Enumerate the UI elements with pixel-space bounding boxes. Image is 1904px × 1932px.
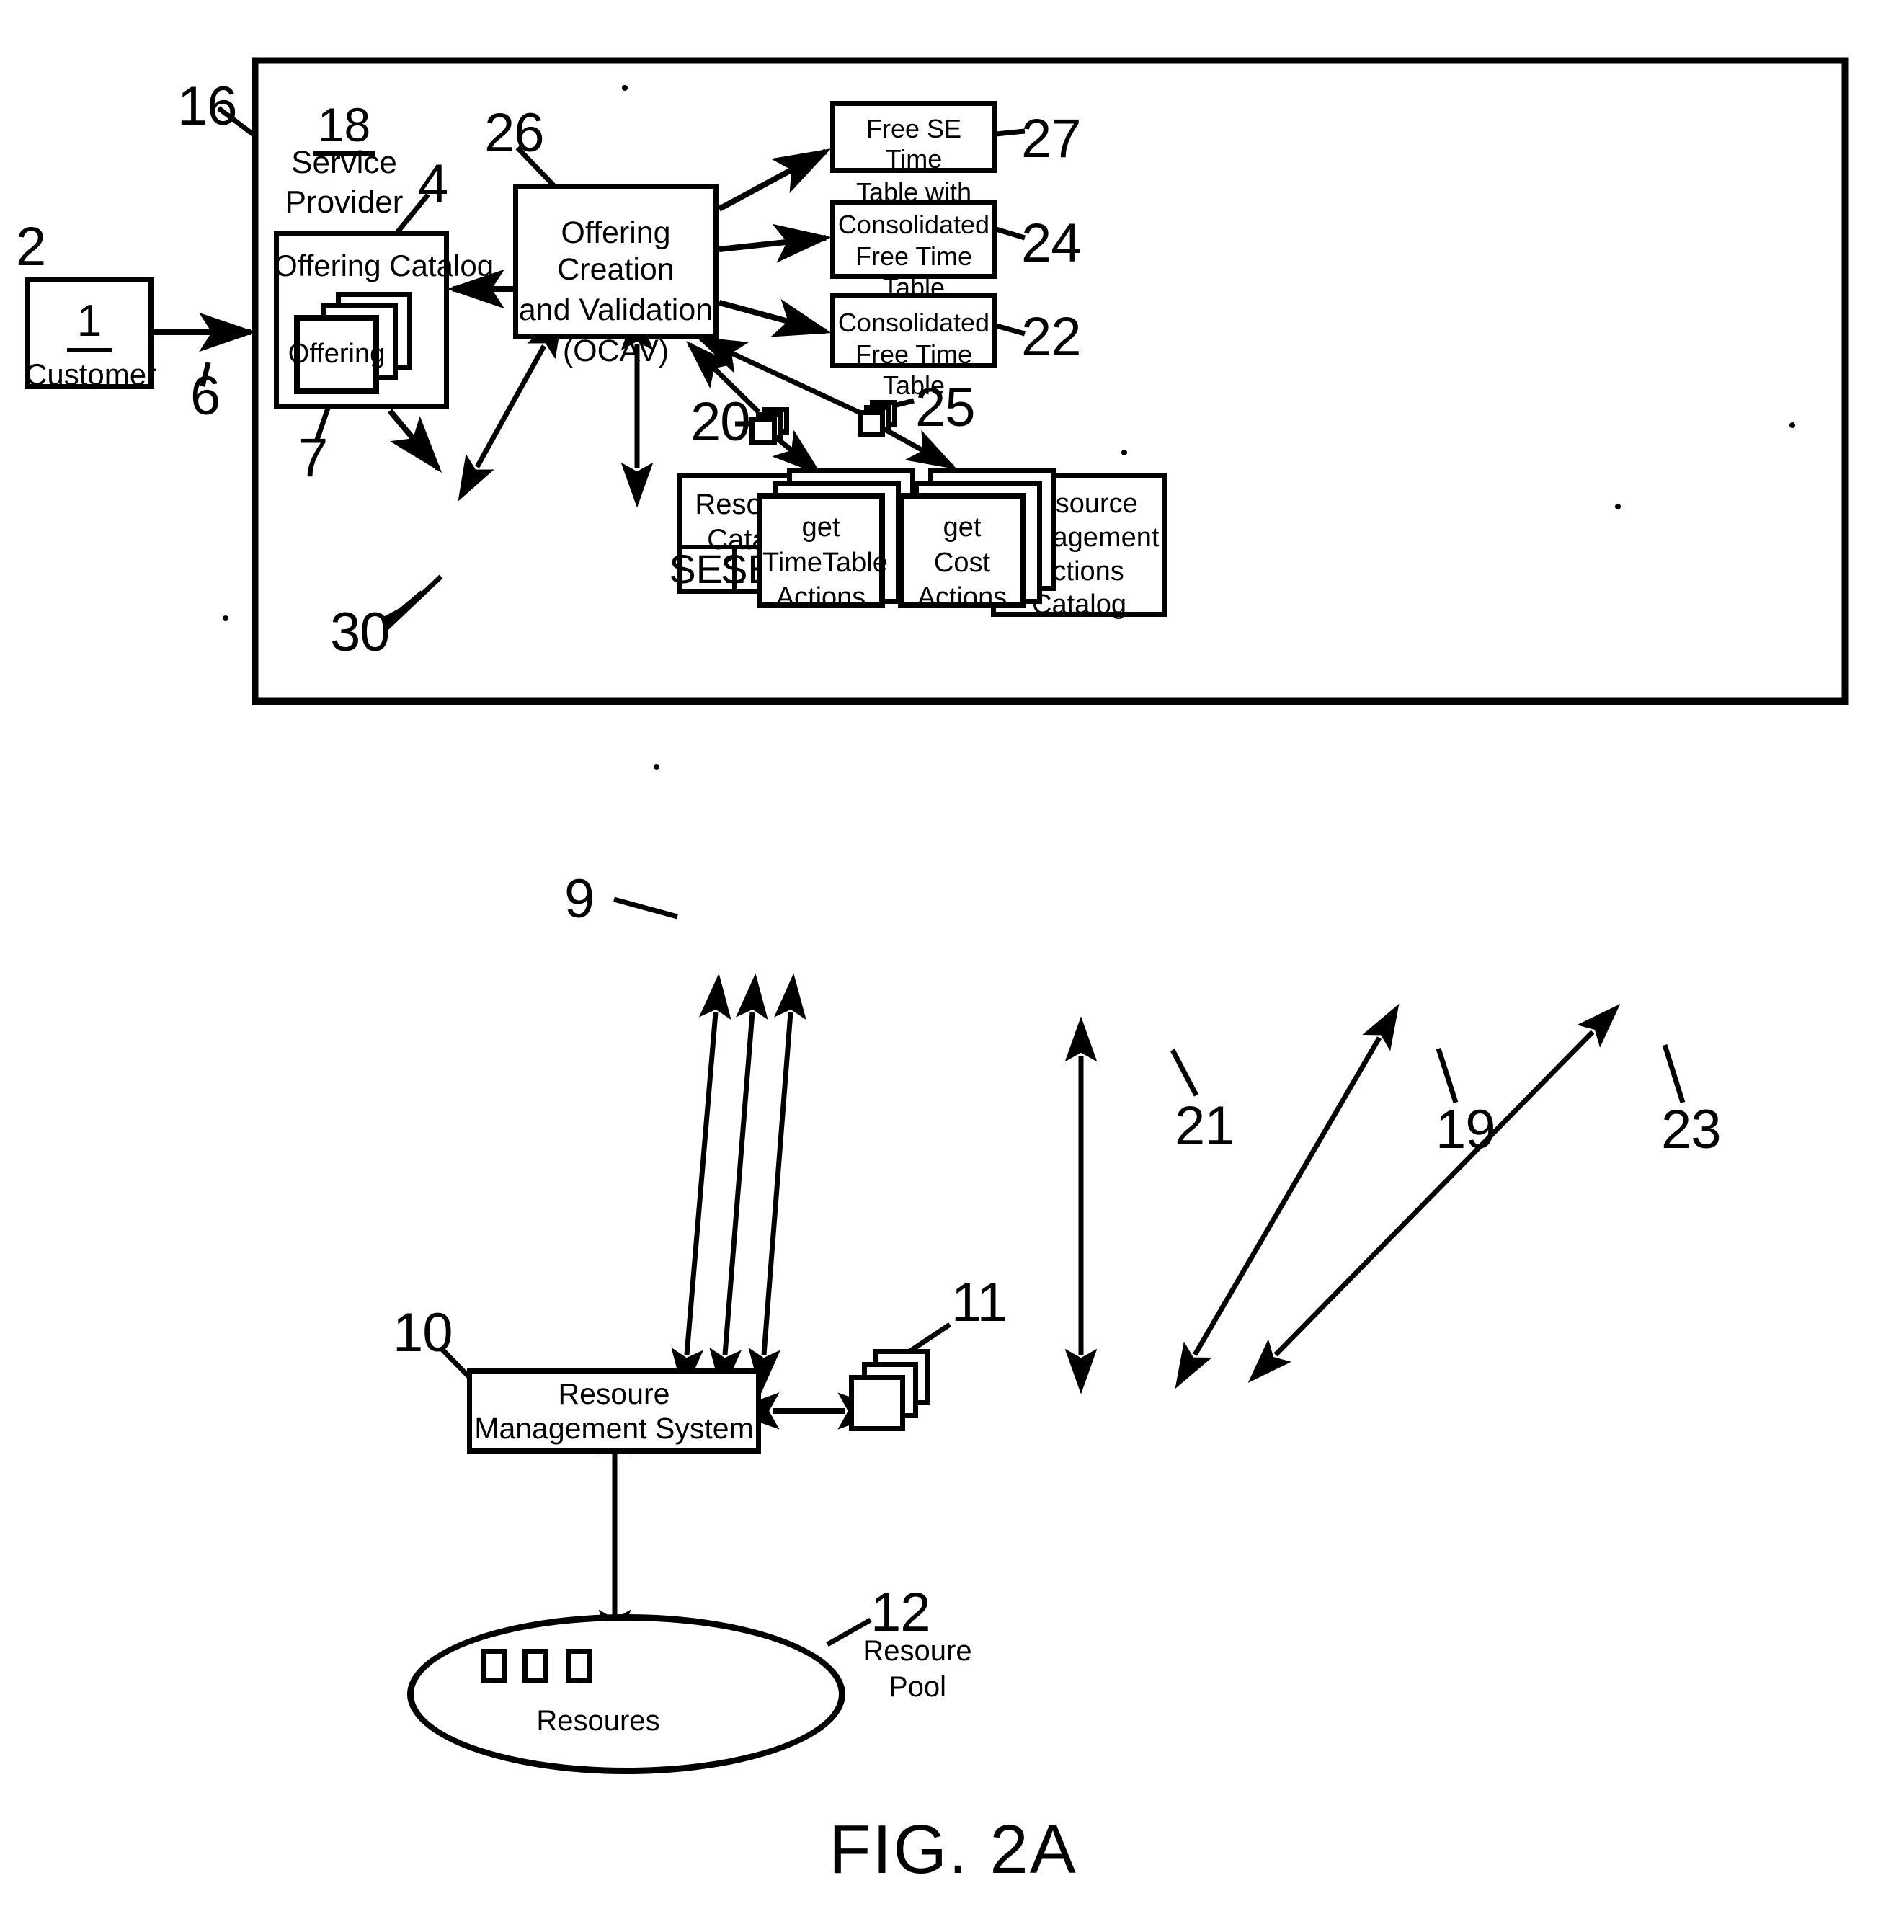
ref-26: 26 [484,102,545,164]
offering-label: Offering [288,339,386,370]
offering-card-front: Offering [288,315,385,394]
ref-12: 12 [871,1582,931,1643]
resources-label: Resoures [536,1705,660,1737]
resource-pool-ellipse [407,1614,845,1774]
service-provider-label-line1: Service [291,145,397,180]
ocav-line3: (OCAV) [562,334,669,369]
get-timetable-line2: TimeTable [762,547,888,578]
ref-20: 20 [690,391,751,453]
timetable-data-card-front [749,417,777,445]
ref-2: 2 [16,216,46,277]
get-cost-actions-card-front: get Cost Actions [898,493,1026,613]
get-cost-line3: Actions [917,582,1007,613]
ref-16: 16 [177,76,238,137]
get-timetable-actions-card-front: get TimeTable Actions [757,493,888,613]
ref-9: 9 [564,868,595,930]
ref-4: 4 [418,153,448,215]
ref-24: 24 [1021,213,1082,274]
consolidated-free-time-table-box: Consolidated Free Time Table [830,293,997,400]
output-24-line1: Consolidated [837,210,990,239]
output-22-line1: Consolidated [837,308,990,337]
resource-square-2 [522,1649,548,1683]
ocav-line1: Offering Creation [557,215,675,287]
ocav-box: Offering Creation and Validation (OCAV) [513,184,719,368]
customer-number: 1 [25,299,154,352]
ref-7: 7 [298,427,328,489]
ref-19: 19 [1436,1099,1496,1160]
service-provider-label-line2: Provider [285,184,404,220]
rms-label: Resoure Management System [474,1376,754,1445]
resource-pool-label-line1: Resoure [863,1635,972,1667]
get-timetable-line3: Actions [775,582,866,613]
free-se-time-table-with-cost-box: Free SE Time Table with Cost [830,101,997,237]
resource-management-system-box: Resoure Management System [467,1368,761,1454]
ref-22: 22 [1021,306,1082,368]
ref-27: 27 [1021,108,1082,169]
resource-square-3 [566,1649,592,1683]
resource-square-1 [481,1649,507,1683]
ref-30: 30 [330,602,391,663]
output-27-line1: Free SE Time [866,114,962,174]
ref-10: 10 [393,1302,453,1363]
consolidated-free-time-table-with-cost-box: Consolidated Free Time Table with Cost [830,200,997,334]
get-timetable-line1: get [801,512,840,543]
offering-catalog-title: Offering Catalog [274,249,494,282]
ref-23: 23 [1661,1099,1722,1160]
ref-11: 11 [951,1272,1007,1333]
ref-6: 6 [190,365,221,427]
output-22-line2: Free Time Table [855,339,973,400]
ocav-line2: and Validation [518,293,713,328]
customer-label: Customer [25,357,157,391]
get-cost-line1: get [943,512,982,543]
ref-21: 21 [1175,1095,1235,1157]
get-cost-line2: Cost [933,547,991,578]
figure-caption: FIG. 2A [829,1811,1077,1888]
rms-side-card-front [849,1375,905,1431]
cost-data-card-front [858,410,885,437]
patent-figure-2a: 16 2 6 4 7 26 27 24 22 20 25 9 30 21 19 … [0,0,1904,1932]
resource-pool-label-line2: Pool [888,1671,947,1703]
